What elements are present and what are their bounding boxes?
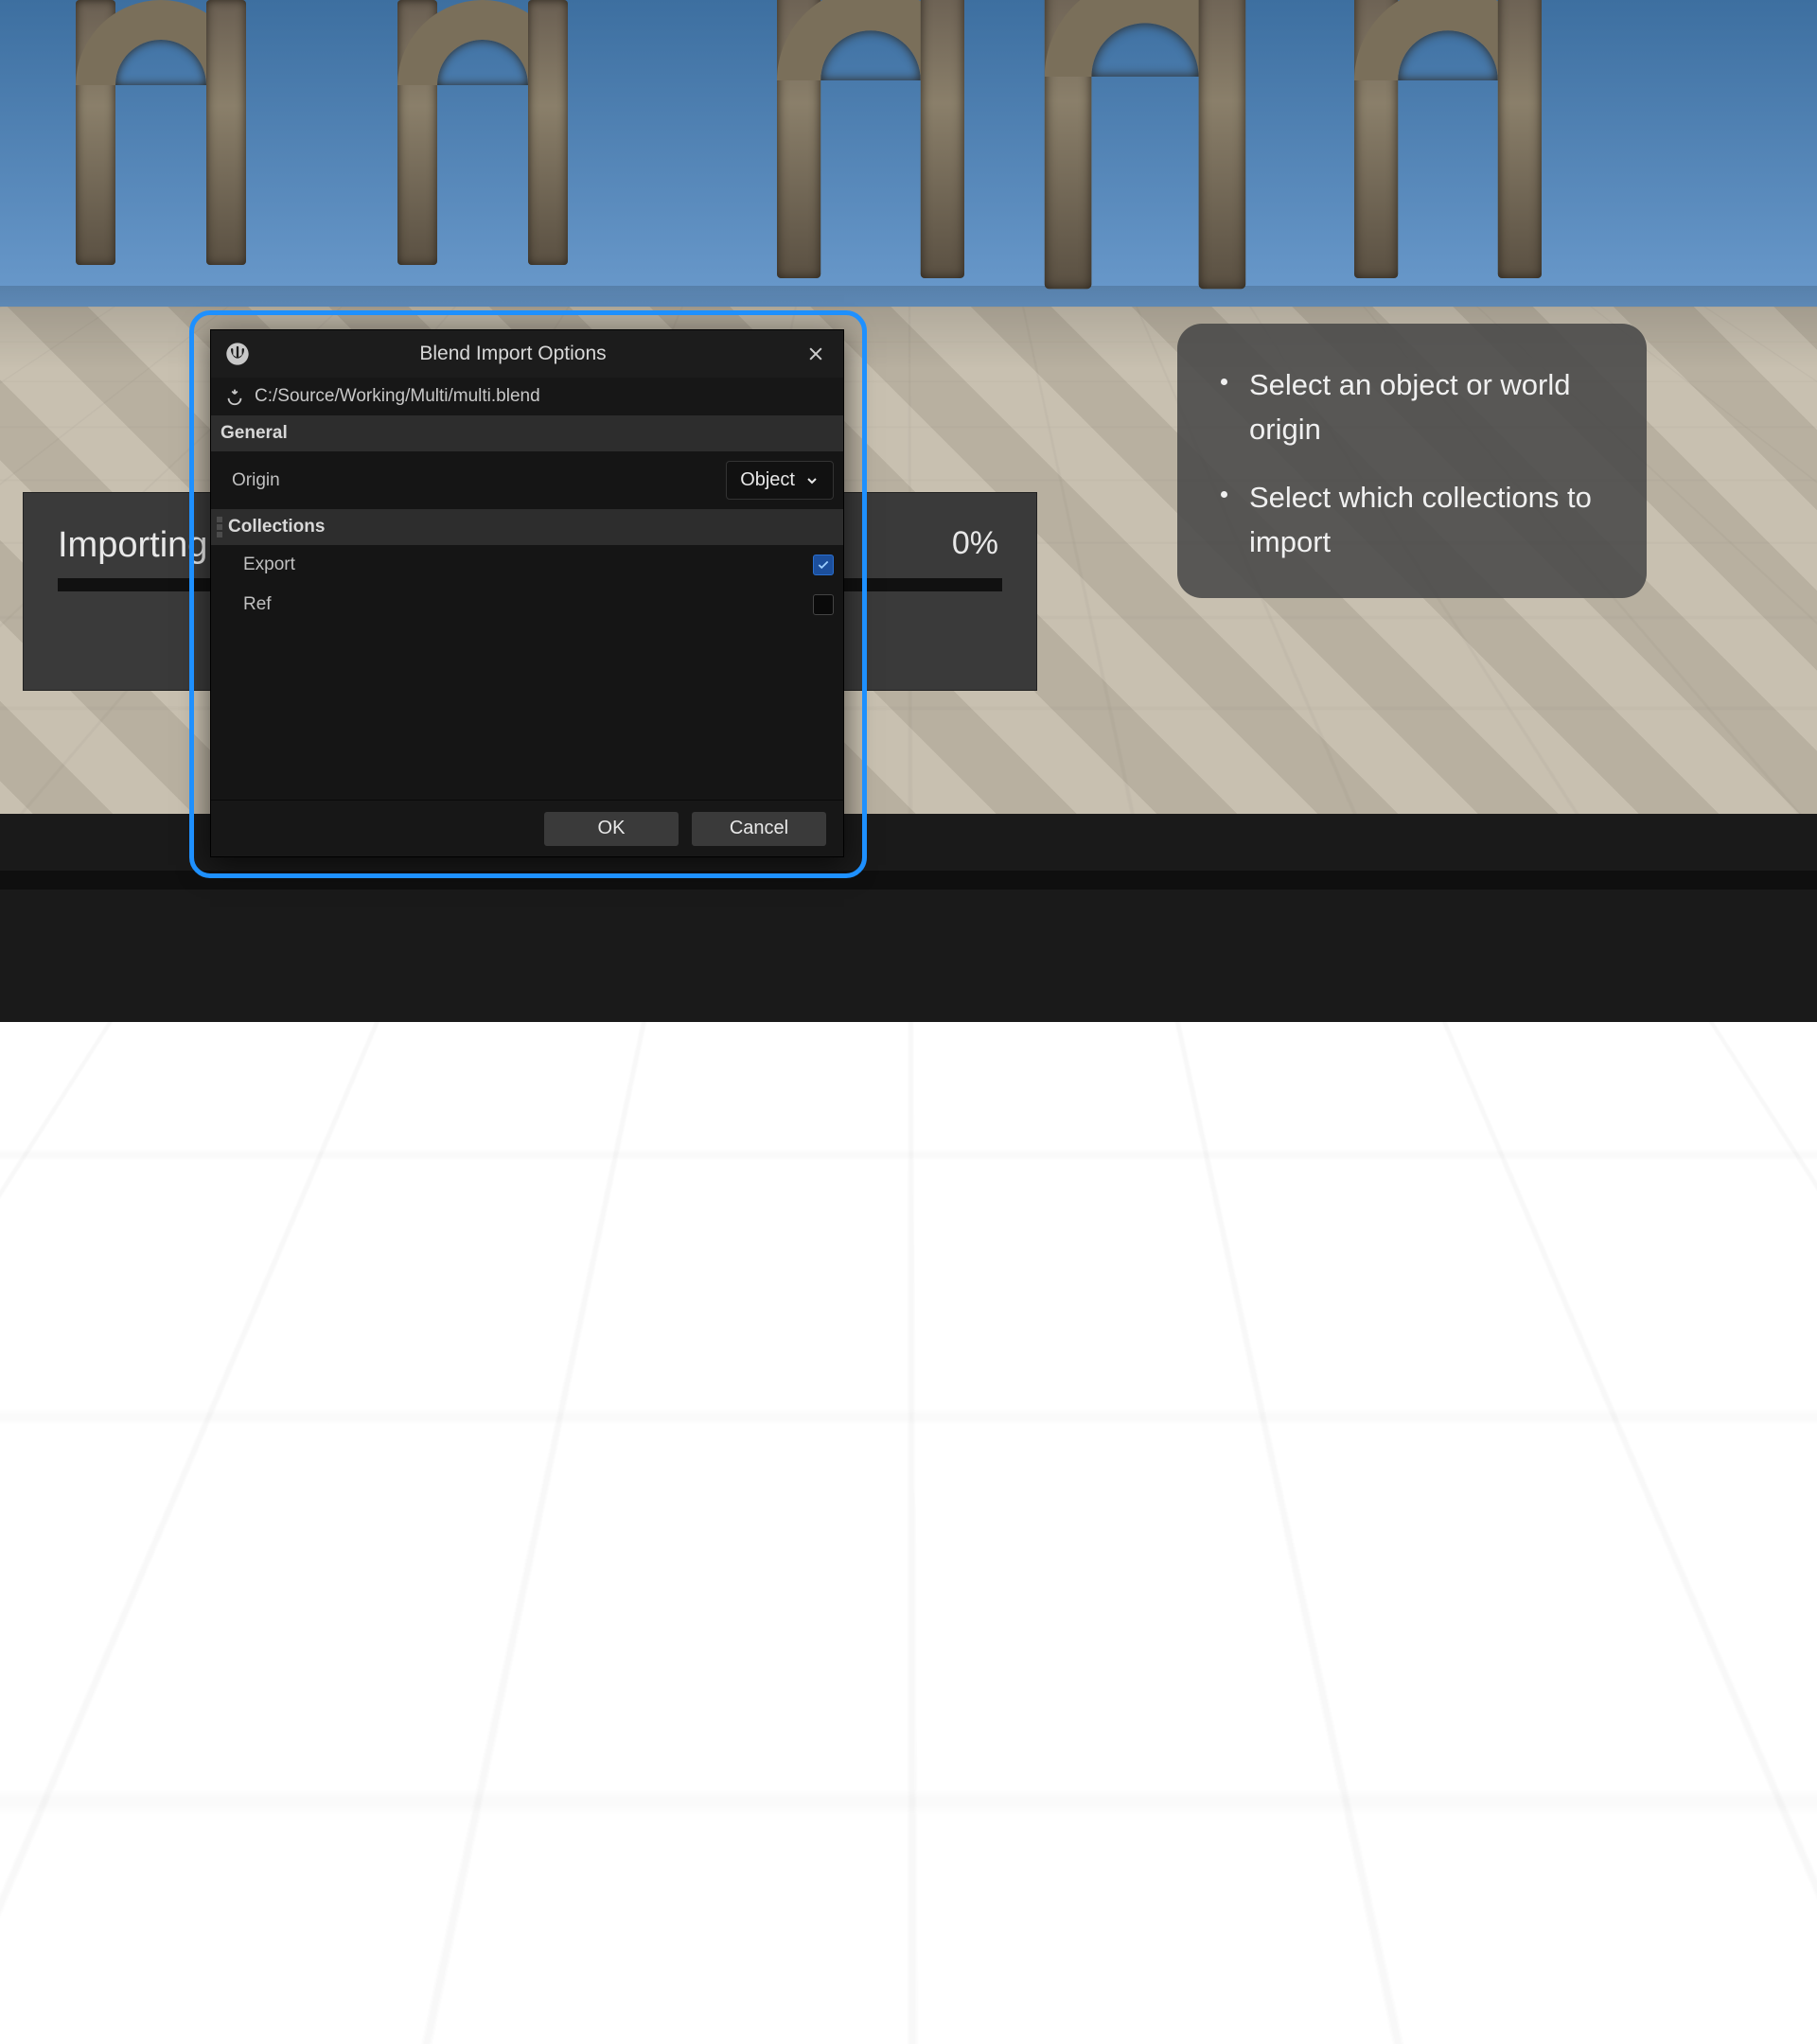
scene-arch: [777, 0, 964, 278]
scene-arch: [76, 0, 246, 265]
scene-arch: [1354, 0, 1542, 278]
section-header-general: General: [211, 415, 843, 451]
annotation-callout: Select an object or world origin Select …: [1177, 324, 1647, 598]
dialog-footer: OK Cancel: [211, 800, 843, 856]
collection-label: Ref: [243, 594, 813, 615]
origin-label: Origin: [232, 470, 726, 491]
check-icon: [817, 558, 830, 572]
collection-row-export: Export: [211, 545, 843, 585]
progress-percent: 0%: [952, 525, 998, 562]
collection-checkbox-export[interactable]: [813, 555, 834, 575]
reset-to-default-icon[interactable]: [224, 386, 245, 407]
collection-checkbox-ref[interactable]: [813, 594, 834, 615]
close-button[interactable]: [802, 340, 830, 368]
dialog-titlebar[interactable]: Blend Import Options: [211, 330, 843, 378]
collection-row-ref: Ref: [211, 585, 843, 625]
callout-item: Select an object or world origin: [1215, 363, 1609, 451]
ok-button[interactable]: OK: [544, 812, 679, 846]
cancel-button[interactable]: Cancel: [692, 812, 826, 846]
collections-header-label: Collections: [228, 517, 325, 537]
progress-label: Importing: [58, 525, 207, 566]
dialog-title: Blend Import Options: [224, 343, 802, 365]
origin-dropdown-value: Object: [740, 469, 795, 491]
callout-item: Select which collections to import: [1215, 476, 1609, 564]
origin-dropdown[interactable]: Object: [726, 461, 834, 500]
section-header-collections[interactable]: Collections: [211, 509, 843, 545]
chevron-down-icon: [804, 473, 820, 488]
file-path-row: C:/Source/Working/Multi/multi.blend: [211, 378, 843, 415]
scene-arch: [397, 0, 568, 265]
collection-label: Export: [243, 555, 813, 575]
scene-arch: [1045, 0, 1245, 289]
dialog-body-spacer: [211, 625, 843, 800]
blend-import-dialog: Blend Import Options C:/Source/Working/M…: [210, 329, 844, 857]
origin-row: Origin Object: [211, 451, 843, 509]
file-path-text: C:/Source/Working/Multi/multi.blend: [255, 386, 540, 407]
